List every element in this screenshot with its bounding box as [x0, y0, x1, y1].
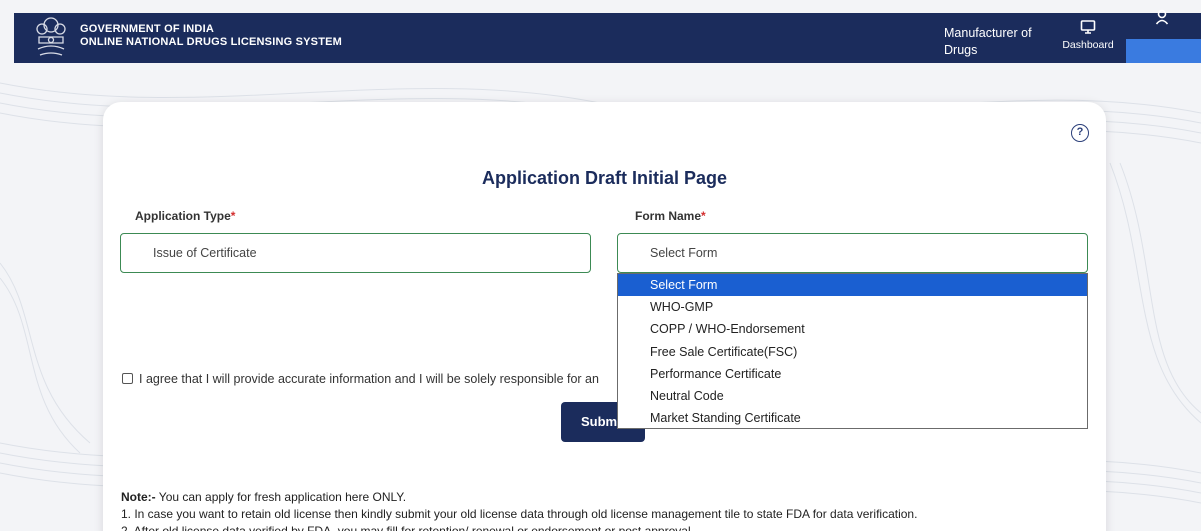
agree-checkbox-row[interactable]: I agree that I will provide accurate inf… [122, 372, 599, 386]
dropdown-option[interactable]: Neutral Code [618, 385, 1087, 407]
form-name-dropdown[interactable]: Select Form WHO-GMP COPP / WHO-Endorseme… [617, 273, 1088, 429]
note-heading: Note:- You can apply for fresh applicati… [121, 490, 407, 504]
dashboard-link[interactable]: Dashboard [1058, 17, 1118, 51]
user-role: Manufacturer of Drugs [944, 25, 1032, 59]
dropdown-option[interactable]: Select Form [618, 274, 1087, 297]
dropdown-option[interactable]: COPP / WHO-Endorsement [618, 318, 1087, 340]
agree-text: I agree that I will provide accurate inf… [139, 372, 599, 386]
note-line-1: 1. In case you want to retain old licens… [121, 507, 918, 521]
emblem-logo [36, 17, 66, 56]
site-title: GOVERNMENT OF INDIA ONLINE NATIONAL DRUG… [80, 23, 342, 49]
user-menu-box[interactable] [1126, 39, 1201, 63]
dropdown-option[interactable]: Free Sale Certificate(FSC) [618, 341, 1087, 363]
role-line-2: Drugs [944, 43, 978, 57]
top-header: GOVERNMENT OF INDIA ONLINE NATIONAL DRUG… [14, 9, 1201, 63]
role-line-1: Manufacturer of [944, 26, 1032, 40]
user-icon[interactable] [1155, 7, 1169, 27]
agree-checkbox[interactable] [122, 373, 133, 384]
note-line-2: 2. After old license data verified by FD… [121, 524, 694, 531]
dropdown-option[interactable]: Market Standing Certificate [618, 407, 1087, 429]
form-name-label: Form Name* [635, 209, 706, 223]
form-name-select[interactable]: Select Form [617, 233, 1088, 273]
note-section: Note:- You can apply for fresh applicati… [121, 489, 917, 531]
dashboard-label: Dashboard [1062, 39, 1114, 51]
dropdown-option[interactable]: Performance Certificate [618, 363, 1087, 385]
monitor-icon [1080, 20, 1096, 34]
gov-line-1: GOVERNMENT OF INDIA [80, 23, 214, 35]
application-type-select[interactable]: Issue of Certificate [120, 233, 591, 273]
application-type-label: Application Type* [135, 209, 236, 223]
gov-line-2: ONLINE NATIONAL DRUGS LICENSING SYSTEM [80, 36, 343, 48]
dropdown-option[interactable]: WHO-GMP [618, 296, 1087, 318]
help-icon[interactable]: ? [1071, 124, 1089, 142]
page-title: Application Draft Initial Page [481, 168, 728, 188]
